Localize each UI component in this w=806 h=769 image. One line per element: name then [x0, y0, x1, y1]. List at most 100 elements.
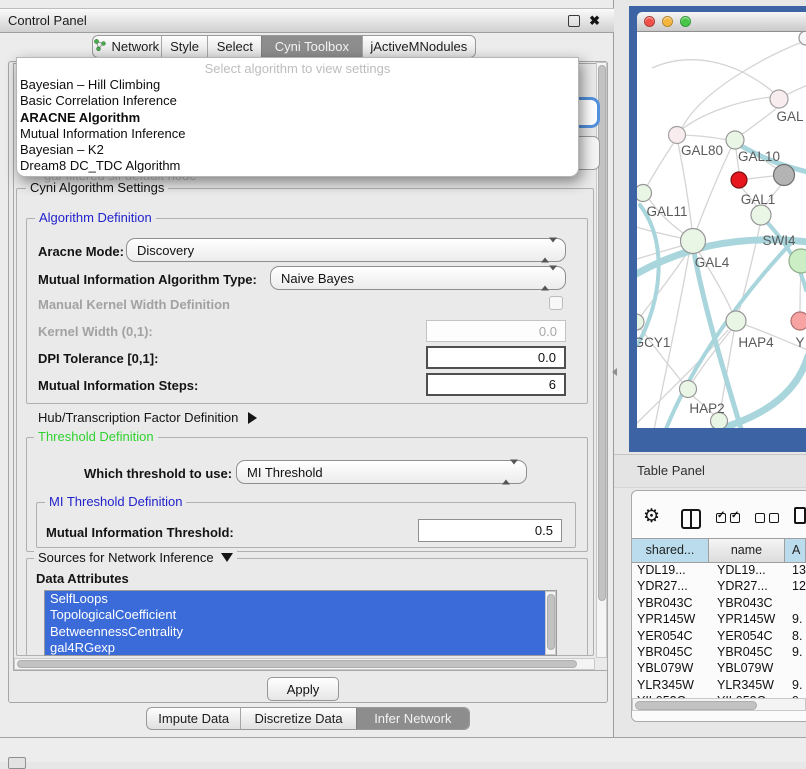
network-node-gal[interactable]: [770, 90, 788, 108]
attribute-item[interactable]: SelfLoops: [45, 591, 556, 607]
dpi-tolerance-field[interactable]: 0.0: [426, 346, 566, 369]
mi-threshold-field[interactable]: 0.5: [418, 519, 562, 542]
tab-discretize-data[interactable]: Discretize Data: [240, 708, 355, 729]
table-row[interactable]: YPR145WYPR145W9.: [632, 611, 806, 627]
page-icon[interactable]: [794, 507, 806, 524]
dropdown-item[interactable]: Mutual Information Inference: [17, 126, 578, 142]
cell-name: YBR045C: [709, 644, 785, 660]
settings-horizontal-scrollbar[interactable]: [14, 658, 595, 670]
tab-label: Network: [111, 39, 159, 54]
table-row[interactable]: YLR345WYLR345W9.: [632, 677, 806, 693]
column-header[interactable]: A: [785, 539, 806, 562]
dropdown-item[interactable]: Bayesian – K2: [17, 142, 578, 158]
tab-select[interactable]: Select: [207, 36, 261, 57]
dropdown-item[interactable]: Basic Correlation Inference: [17, 93, 578, 109]
close-button[interactable]: [644, 16, 655, 27]
network-edge[interactable]: [647, 141, 675, 186]
panel-collapse-arrow[interactable]: [612, 368, 617, 376]
data-attributes-label: Data Attributes: [36, 571, 129, 586]
network-node-gal4[interactable]: [681, 229, 706, 254]
network-edge[interactable]: [747, 176, 773, 179]
mi-threshold-definition-title: MI Threshold Definition: [45, 494, 186, 509]
hub-definition-label: Hub/Transcription Factor Definition: [38, 410, 238, 425]
network-node-gcy1[interactable]: [637, 314, 644, 330]
algorithm-definition-title: Algorithm Definition: [35, 210, 156, 225]
mi-type-combo[interactable]: Naive Bayes: [270, 266, 566, 290]
table-row[interactable]: YER054CYER054C8.: [632, 628, 806, 644]
manual-kernel-checkbox[interactable]: [549, 296, 563, 310]
close-icon[interactable]: ✖: [589, 14, 600, 27]
aracne-mode-combo[interactable]: Discovery: [126, 238, 566, 262]
data-attributes-list[interactable]: SelfLoopsTopologicalCoefficientBetweenne…: [44, 590, 557, 656]
cell-name: YDR27...: [709, 578, 785, 594]
table-row[interactable]: YDR27...YDR27...12: [632, 578, 806, 594]
minimized-panel-button[interactable]: [8, 757, 26, 769]
network-node-y[interactable]: [791, 312, 806, 330]
float-icon[interactable]: [568, 15, 580, 27]
kernel-width-field[interactable]: 0.0: [426, 320, 566, 342]
dpi-tolerance-label: DPI Tolerance [0,1]:: [38, 351, 158, 366]
table-horizontal-scrollbar[interactable]: [632, 698, 806, 711]
cyni-bottom-tabbar: Impute Data Discretize Data Infer Network: [146, 707, 470, 730]
network-node-swi4[interactable]: [751, 205, 771, 225]
zoom-button[interactable]: [680, 16, 691, 27]
network-node-hap4[interactable]: [726, 311, 746, 331]
cell-name: YBL079W: [709, 660, 785, 676]
sources-title-row[interactable]: Sources for Network Inference: [34, 550, 237, 565]
dropdown-item[interactable]: Dream8 DC_TDC Algorithm: [17, 158, 578, 174]
select-checks-icon[interactable]: [716, 513, 740, 523]
tab-cyni-toolbox[interactable]: Cyni Toolbox: [261, 36, 361, 57]
network-window-titlebar[interactable]: [637, 12, 806, 32]
which-threshold-combo[interactable]: MI Threshold: [236, 460, 527, 484]
table-row[interactable]: YDL19...YDL19...13: [632, 562, 806, 578]
hub-definition-row[interactable]: Hub/Transcription Factor Definition: [38, 410, 257, 425]
gear-icon[interactable]: ⚙: [643, 507, 660, 527]
split-columns-icon[interactable]: [681, 509, 701, 529]
cell-name: YPR145W: [709, 611, 785, 627]
minimize-button[interactable]: [662, 16, 673, 27]
tab-style[interactable]: Style: [161, 36, 208, 57]
control-panel-tabbar: NetworkStyle Select Cyni ToolboxjActiveMNo…: [92, 35, 476, 58]
tab-label: Discretize Data: [254, 711, 342, 726]
table-row[interactable]: YBR043CYBR043C: [632, 595, 806, 611]
dropdown-item[interactable]: ARACNE Algorithm: [17, 110, 578, 126]
network-edge[interactable]: [677, 97, 772, 133]
tab-impute-data[interactable]: Impute Data: [147, 708, 240, 729]
network-edge[interactable]: [741, 108, 777, 135]
network-edge[interactable]: [697, 148, 731, 229]
table-row[interactable]: YBL079WYBL079W: [632, 660, 806, 676]
network-node-gal10[interactable]: [726, 131, 744, 149]
dropdown-placeholder: Select algorithm to view settings: [17, 60, 578, 77]
network-node[interactable]: [774, 165, 795, 186]
network-node-hap2[interactable]: [680, 381, 697, 398]
network-edge[interactable]: [786, 85, 806, 95]
cell-value: [785, 595, 806, 611]
network-edge[interactable]: [637, 227, 681, 238]
column-header[interactable]: name: [709, 539, 785, 562]
network-node-gal80[interactable]: [669, 127, 686, 144]
network-edge[interactable]: [652, 60, 779, 97]
tab-infer-network[interactable]: Infer Network: [356, 708, 469, 729]
mi-steps-field[interactable]: 6: [426, 373, 566, 396]
attribute-item[interactable]: BetweennessCentrality: [45, 624, 556, 640]
cell-name: YER054C: [709, 628, 785, 644]
aracne-mode-label: Aracne Mode:: [38, 244, 124, 259]
network-icon: [94, 39, 106, 54]
tab-label: Select: [217, 39, 253, 54]
network-node-gal1[interactable]: [731, 172, 747, 188]
dropdown-item[interactable]: Bayesian – Hill Climbing: [17, 77, 578, 93]
tab-jactivemnodules[interactable]: jActiveMNodules: [362, 36, 475, 57]
attr-list-scrollbar[interactable]: [545, 591, 556, 655]
cell-shared-name: YBR043C: [632, 595, 709, 611]
combo-stepper-icon: [541, 271, 557, 286]
tab-network[interactable]: Network: [93, 36, 161, 57]
apply-button[interactable]: Apply: [267, 677, 339, 701]
network-canvas[interactable]: GALGAL80GAL10GAL1GAL11SWI4GAL4GCY1HAP4YH…: [637, 32, 806, 428]
column-header[interactable]: shared...: [632, 539, 709, 562]
attribute-item[interactable]: TopologicalCoefficient: [45, 607, 556, 623]
deselect-checks-icon[interactable]: [755, 513, 779, 523]
network-node-gal11[interactable]: [637, 185, 652, 202]
table-row[interactable]: YBR045CYBR045C9.: [632, 644, 806, 660]
which-threshold-label: Which threshold to use:: [84, 466, 232, 481]
attribute-item[interactable]: gal4RGexp: [45, 640, 556, 656]
